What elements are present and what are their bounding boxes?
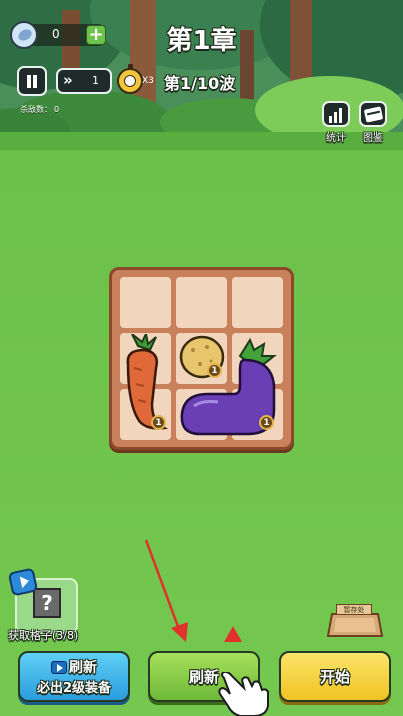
start-label: 开始 [319,668,350,686]
kill-counter: 杀敌数： 0 [20,104,59,115]
codex-button[interactable]: 图鉴 [357,101,389,144]
storage-label: 暂存处 [343,606,365,614]
refresh-label: 刷新 [188,668,219,686]
tutorial-arrow-up [224,626,242,642]
stats-button[interactable]: 统计 [321,101,351,144]
gem-count: 0 [52,27,60,41]
add-gems-button[interactable]: + [86,25,106,45]
level-badge: 1 [259,415,274,430]
storage-sign: 暂存处 [336,604,372,615]
wave-counter: 第1/10波 [164,74,236,93]
start-button[interactable]: 开始 [279,651,391,702]
chart-icon [322,101,350,127]
grid-cell[interactable] [232,277,283,328]
grid-cell[interactable] [176,277,227,328]
refresh-ad-label: 刷新 [69,660,97,676]
gem-icon [10,21,38,49]
question-icon: ? [33,588,61,618]
plus-icon: + [88,24,104,45]
hand-pointer-icon [218,672,269,716]
book-icon [359,101,387,127]
refresh-ad-sublabel: 必出2级装备 [36,681,112,696]
kill-label: 杀敌数： [20,105,52,114]
chapter-title: 第1章 [166,26,237,56]
grid-cell[interactable] [120,277,171,328]
speed-control[interactable]: » 1 [56,68,112,94]
video-ad-icon [51,660,67,674]
time-multiplier: X3 [142,76,154,86]
pause-button[interactable] [17,66,47,96]
stats-label: 统计 [326,133,346,144]
codex-label: 图鉴 [363,133,383,144]
tutorial-arrow [144,539,188,642]
refresh-ad-button[interactable]: 刷新 必出2级装备 [18,651,130,702]
stopwatch-icon [117,64,143,94]
pause-icon [27,75,37,88]
level-badge: 1 [151,415,166,430]
speed-value: 1 [92,74,99,87]
get-grid-label: 获取格子(3/8) [8,629,79,642]
fast-forward-icon: » [63,71,73,89]
kill-value: 0 [54,105,60,114]
